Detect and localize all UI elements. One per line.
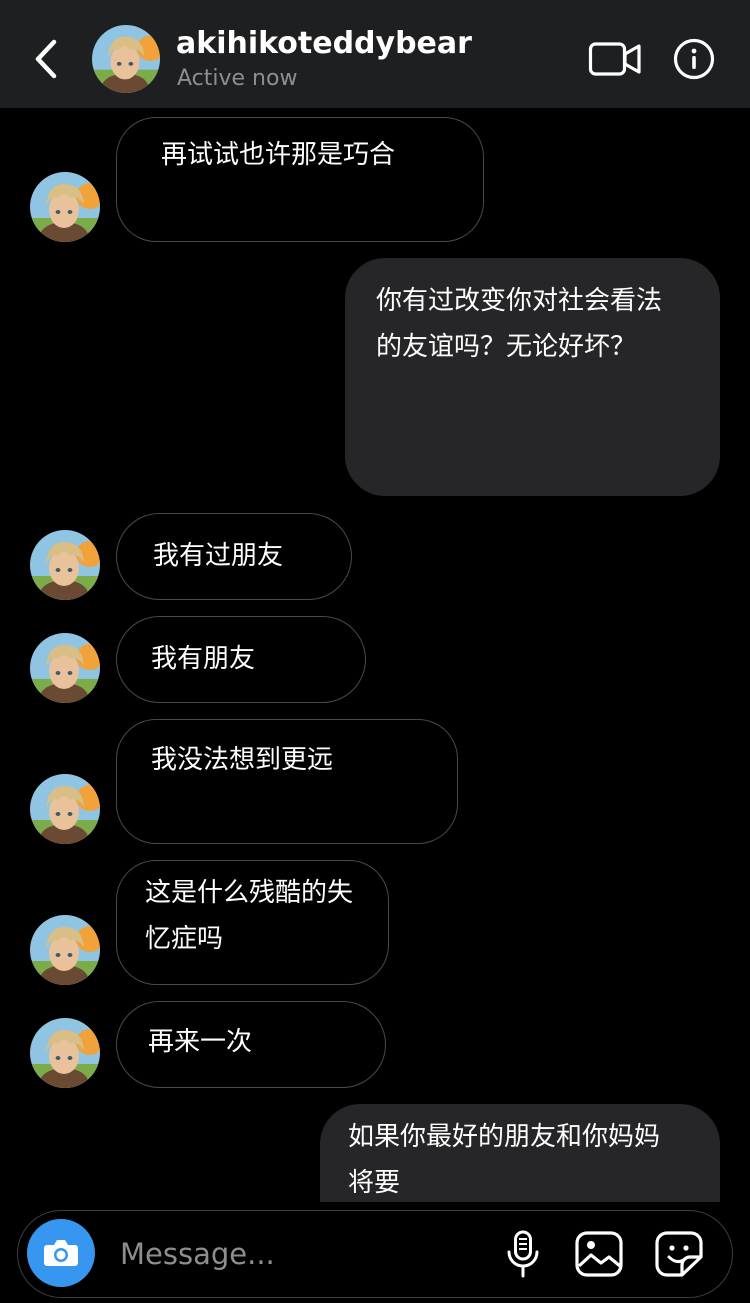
sender-avatar[interactable] <box>30 774 100 844</box>
message-text: 再来一次 <box>148 1027 253 1057</box>
message-text: 将要 <box>348 1168 401 1198</box>
message-bubble-incoming[interactable]: 再来一次 <box>116 1001 386 1088</box>
profile-picture <box>30 172 100 242</box>
message-text: 的友谊吗？无论好坏？ <box>376 332 637 362</box>
microphone-icon <box>507 1230 539 1278</box>
active-status: Active now <box>177 66 298 91</box>
chevron-left-icon <box>35 39 57 79</box>
message-bubble-incoming[interactable]: 我有朋友 <box>116 616 366 703</box>
dm-screen: akihikoteddybear Active now 再试试也许那是巧合 你有… <box>0 0 750 1303</box>
message-bubble-incoming[interactable]: 再试试也许那是巧合 <box>116 117 484 242</box>
camera-button[interactable] <box>27 1219 95 1287</box>
message-text: 再试试也许那是巧合 <box>161 140 396 170</box>
profile-picture <box>30 774 100 844</box>
message-composer <box>17 1210 733 1298</box>
video-call-button[interactable] <box>588 40 642 78</box>
sender-avatar[interactable] <box>30 172 100 242</box>
profile-picture <box>92 25 160 93</box>
message-text: 你有过改变你对社会看法 <box>376 286 663 316</box>
profile-picture <box>30 915 100 985</box>
back-button[interactable] <box>28 36 64 82</box>
video-camera-icon <box>588 42 641 76</box>
sticker-button[interactable] <box>654 1230 704 1278</box>
info-icon <box>673 38 715 80</box>
sender-avatar[interactable] <box>30 915 100 985</box>
profile-picture <box>30 633 100 703</box>
header-avatar[interactable] <box>92 25 160 93</box>
message-bubble-incoming[interactable]: 我没法想到更远 <box>116 719 458 844</box>
message-bubble-incoming[interactable]: 这是什么残酷的失 忆症吗 <box>116 860 389 985</box>
chat-username[interactable]: akihikoteddybear <box>176 26 472 61</box>
profile-picture <box>30 530 100 600</box>
image-icon <box>575 1231 623 1277</box>
message-text: 我有朋友 <box>151 644 256 674</box>
info-button[interactable] <box>673 38 715 80</box>
message-text: 如果你最好的朋友和你妈妈 <box>348 1122 661 1152</box>
profile-picture <box>30 1018 100 1088</box>
chat-header: akihikoteddybear Active now <box>0 0 750 108</box>
sender-avatar[interactable] <box>30 1018 100 1088</box>
sender-avatar[interactable] <box>30 633 100 703</box>
sticker-icon <box>655 1231 703 1277</box>
gallery-button[interactable] <box>574 1230 624 1278</box>
composer-area <box>0 1202 750 1303</box>
sender-avatar[interactable] <box>30 530 100 600</box>
message-text: 我有过朋友 <box>153 541 284 571</box>
message-text: 忆症吗 <box>145 924 224 954</box>
message-bubble-incoming[interactable]: 我有过朋友 <box>116 513 352 600</box>
message-input[interactable] <box>120 1233 480 1275</box>
message-text: 这是什么残酷的失 <box>145 878 354 908</box>
message-bubble-outgoing[interactable]: 你有过改变你对社会看法 的友谊吗？无论好坏？ <box>345 258 720 496</box>
camera-icon <box>44 1240 78 1266</box>
message-text: 我没法想到更远 <box>151 745 334 775</box>
voice-message-button[interactable] <box>504 1229 542 1279</box>
